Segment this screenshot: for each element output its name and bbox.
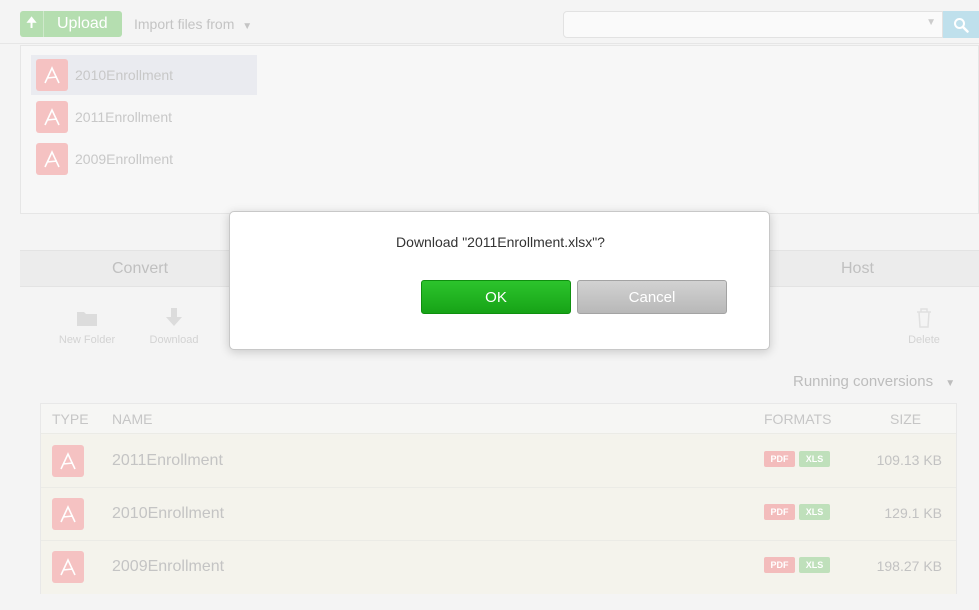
- delete-button[interactable]: Delete: [892, 306, 956, 346]
- pdf-file-icon: [36, 143, 68, 175]
- file-name: 2010Enrollment: [75, 67, 174, 83]
- format-badge-xls[interactable]: XLS: [799, 451, 830, 467]
- download-icon: [166, 308, 182, 326]
- download-confirm-dialog: Download "2011Enrollment.xlsx"? OK Cance…: [229, 211, 770, 350]
- format-badge-pdf[interactable]: PDF: [764, 557, 795, 573]
- row-file-name: 2010Enrollment: [112, 505, 225, 522]
- format-badge-xls[interactable]: XLS: [799, 557, 830, 573]
- table-header: TYPE NAME FORMATS SIZE: [41, 404, 956, 434]
- file-name: 2011Enrollment: [75, 109, 173, 125]
- download-label: Download: [149, 334, 199, 346]
- format-badge-xls[interactable]: XLS: [799, 504, 830, 520]
- row-file-name: 2009Enrollment: [112, 558, 225, 575]
- dialog-message: Download "2011Enrollment.xlsx"?: [396, 234, 605, 250]
- search-icon: [954, 17, 969, 33]
- row-file-name: 2011Enrollment: [112, 452, 223, 469]
- converted-files-table: TYPE NAME FORMATS SIZE 2011Enrollment PD…: [40, 403, 957, 594]
- chevron-down-icon[interactable]: ▼: [926, 17, 936, 28]
- column-header-size: SIZE: [890, 411, 922, 427]
- pdf-file-icon: [52, 551, 84, 583]
- top-toolbar: 🠉 Upload Import files from ▼ ▼: [0, 0, 979, 44]
- file-item[interactable]: 2011Enrollment: [31, 97, 257, 137]
- upload-label: Upload: [57, 15, 108, 32]
- column-header-name: NAME: [112, 411, 153, 427]
- trash-icon: [917, 308, 931, 328]
- chevron-down-icon: ▼: [945, 378, 956, 389]
- search-button[interactable]: [943, 11, 979, 38]
- tab-convert[interactable]: Convert: [112, 260, 168, 278]
- new-folder-label: New Folder: [58, 334, 116, 346]
- table-row[interactable]: 2010Enrollment PDF XLS 129.1 KB: [41, 488, 956, 541]
- folder-icon: [77, 312, 97, 326]
- row-file-size: 109.13 KB: [876, 452, 942, 468]
- download-button[interactable]: Download: [142, 306, 206, 346]
- upload-arrow-icon: 🠉: [20, 11, 44, 37]
- pdf-file-icon: [52, 445, 84, 477]
- file-item[interactable]: 2010Enrollment: [31, 55, 257, 95]
- search-input[interactable]: ▼: [563, 11, 943, 38]
- row-file-size: 129.1 KB: [884, 505, 942, 521]
- upload-button[interactable]: 🠉 Upload: [20, 11, 122, 37]
- column-header-formats: FORMATS: [764, 411, 832, 427]
- cancel-button[interactable]: Cancel: [577, 280, 727, 314]
- row-file-size: 198.27 KB: [876, 558, 942, 574]
- format-badge-pdf[interactable]: PDF: [764, 451, 795, 467]
- running-conversions-label: Running conversions: [793, 373, 934, 390]
- table-row[interactable]: 2009Enrollment PDF XLS 198.27 KB: [41, 541, 956, 594]
- tab-host[interactable]: Host: [841, 260, 874, 278]
- pdf-file-icon: [36, 59, 68, 91]
- delete-label: Delete: [908, 334, 940, 346]
- import-files-dropdown[interactable]: Import files from ▼: [134, 16, 252, 32]
- format-badge-pdf[interactable]: PDF: [764, 504, 795, 520]
- column-header-type: TYPE: [52, 411, 89, 427]
- import-label: Import files from: [134, 16, 235, 32]
- running-conversions-dropdown[interactable]: Running conversions ▼: [793, 373, 955, 390]
- ok-button[interactable]: OK: [421, 280, 571, 314]
- pdf-file-icon: [52, 498, 84, 530]
- file-name: 2009Enrollment: [75, 151, 174, 167]
- file-item[interactable]: 2009Enrollment: [31, 139, 257, 179]
- new-folder-button[interactable]: New Folder: [55, 306, 119, 346]
- uploaded-files-panel: 2010Enrollment 2011Enrollment 2009Enroll…: [20, 45, 979, 214]
- chevron-down-icon: ▼: [242, 21, 253, 32]
- table-row[interactable]: 2011Enrollment PDF XLS 109.13 KB: [41, 435, 956, 488]
- pdf-file-icon: [36, 101, 68, 133]
